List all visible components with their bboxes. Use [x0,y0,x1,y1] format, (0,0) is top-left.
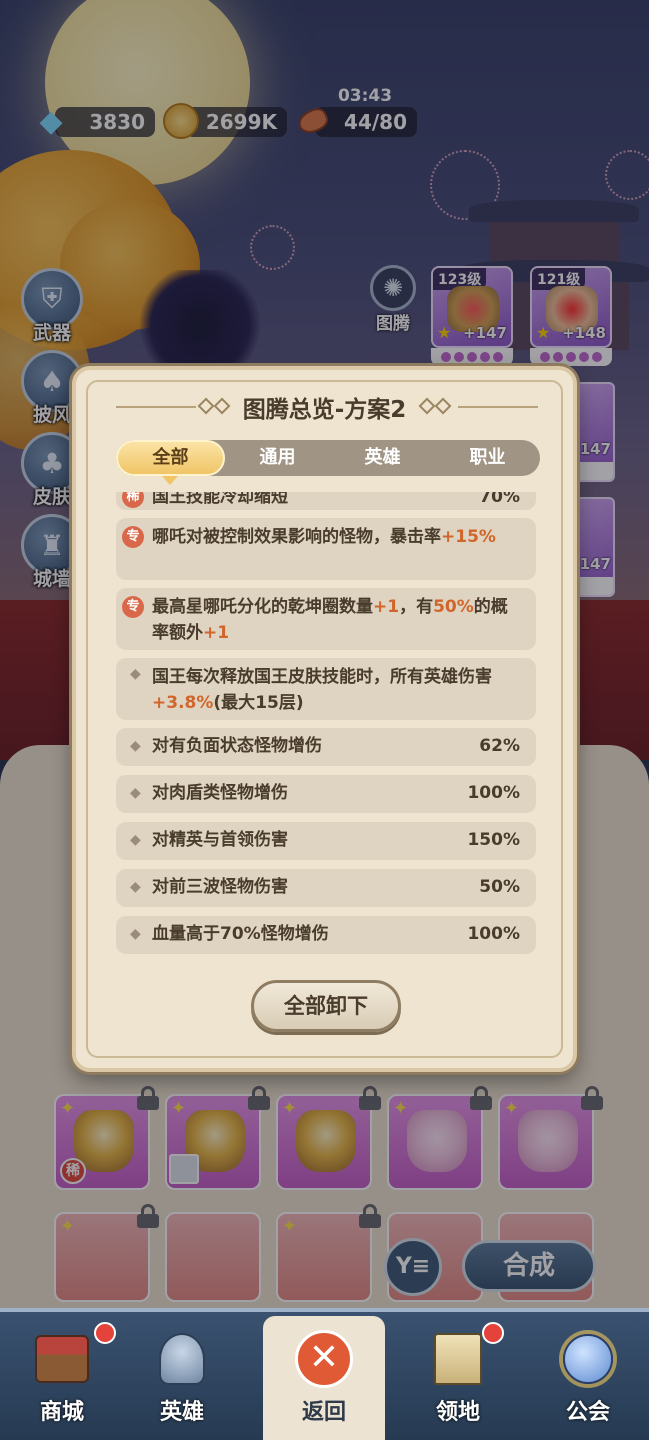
unload-all-button[interactable]: 全部卸下 [251,980,401,1032]
exclusive-badge: 专 [122,526,144,548]
tab-class[interactable]: 职业 [435,440,540,476]
tab-all[interactable]: 全部 [116,440,225,476]
helmet-icon [152,1330,212,1388]
bonus-row: ◆ 血量高于70%怪物增伤 100% [116,916,536,954]
bonus-row: 专 哪吒对被控制效果影响的怪物，暴击率+15% [116,518,536,580]
bullet-icon: ◆ [130,832,141,848]
exclusive-badge: 专 [122,596,144,618]
nav-guild[interactable]: 公会 [528,1330,648,1426]
bullet-icon: ◆ [130,666,141,682]
bonus-row: ◆ 对前三波怪物伤害 50% [116,869,536,907]
rare-badge: 稀 [122,492,144,508]
notification-dot [482,1322,504,1344]
bonus-row: ◆ 对肉盾类怪物增伤 100% [116,775,536,813]
tab-general[interactable]: 通用 [225,440,330,476]
bonus-row: 专 最高星哪吒分化的乾坤圈数量+1，有50%的概率额外+1 [116,588,536,650]
nav-back[interactable]: ✕ 返回 [264,1330,384,1426]
bullet-icon: ◆ [130,738,141,754]
nav-shop[interactable]: 商城 [2,1330,122,1426]
nav-territory[interactable]: 领地 [398,1330,518,1426]
castle-icon [428,1330,488,1388]
filter-tabs: 全部 通用 英雄 职业 [116,440,540,476]
nav-heroes[interactable]: 英雄 [122,1330,242,1426]
tab-hero[interactable]: 英雄 [330,440,435,476]
notification-dot [94,1322,116,1344]
close-icon: ✕ [295,1330,353,1388]
bullet-icon: ◆ [130,879,141,895]
bonus-row: 稀 国王技能冷却缩短 70% [116,492,536,510]
bullet-icon: ◆ [130,785,141,801]
bonus-row: ◆ 国王每次释放国王皮肤技能时，所有英雄伤害+3.8%(最大15层) [116,658,536,720]
totem-overview-modal: 图腾总览-方案2 全部 通用 英雄 职业 稀 国王技能冷却缩短 70% 专 哪吒… [72,366,577,1072]
bullet-icon: ◆ [130,926,141,942]
bonus-row: ◆ 对有负面状态怪物增伤 62% [116,728,536,766]
bonus-list[interactable]: 稀 国王技能冷却缩短 70% 专 哪吒对被控制效果影响的怪物，暴击率+15% 专… [116,492,540,962]
bonus-row: ◆ 对精英与首领伤害 150% [116,822,536,860]
planet-icon [558,1330,618,1388]
shop-icon [32,1330,92,1388]
